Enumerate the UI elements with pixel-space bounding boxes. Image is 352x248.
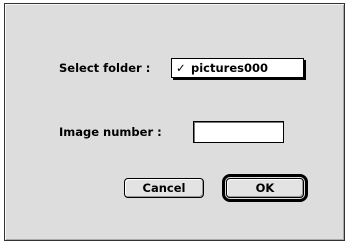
checkmark-icon: ✓ bbox=[176, 61, 186, 75]
ok-button-default-ring: OK bbox=[222, 174, 308, 202]
image-number-label: Image number : bbox=[59, 125, 162, 139]
folder-popup-value: pictures000 bbox=[191, 61, 268, 75]
ok-button[interactable]: OK bbox=[226, 178, 304, 198]
folder-popup-menu[interactable]: ✓ pictures000 bbox=[171, 58, 304, 78]
dialog-window: Select folder : ✓ pictures000 Image numb… bbox=[4, 3, 345, 241]
image-number-field[interactable] bbox=[193, 121, 284, 143]
select-folder-label: Select folder : bbox=[59, 61, 151, 75]
cancel-button[interactable]: Cancel bbox=[124, 178, 204, 198]
